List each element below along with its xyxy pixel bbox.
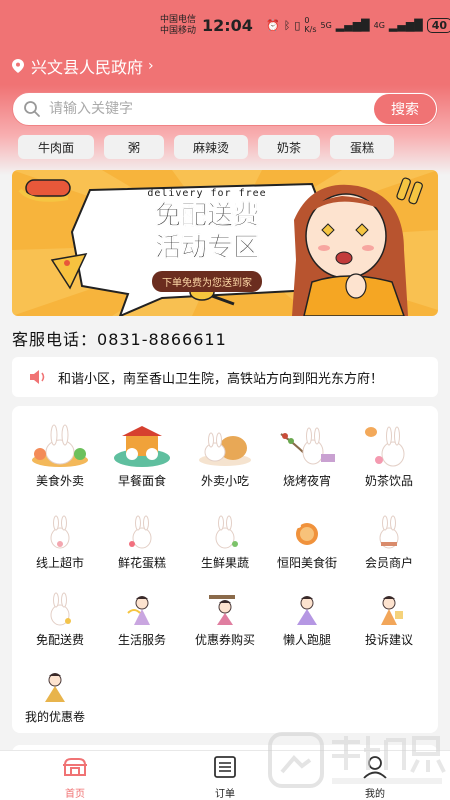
category-label: 免配送费 [35,633,84,647]
banner-strip: 下单免费为您送到家 [152,271,262,292]
phone-number: 0831-8866611 [97,330,227,349]
life-service-fairy-icon [127,596,150,625]
search-icon [24,101,40,117]
rabbit-food-icon [32,424,88,467]
signal-4g: 4G [373,20,385,30]
banner-subtitle: delivery for free [147,188,267,199]
notice-bar[interactable]: 和谐小区，南至香山卫生院，高铁站方向到阳光东方府！ [12,357,438,397]
signal-bars-icon: ▂▄▆█ [335,18,370,32]
category-label: 美食外卖 [35,474,84,488]
my-coupon-fairy-icon [45,673,65,702]
banner-title-2: 活动专区 [154,233,260,264]
chevron-right-icon: › [148,58,154,74]
category-label: 我的优惠卷 [24,710,85,724]
category-item[interactable]: 鲜花蛋糕 [99,514,185,571]
vibrate-icon: ▯ [294,18,301,32]
girl-character [292,177,423,316]
category-label: 恒阳美食街 [276,556,337,570]
category-label: 烧烤夜宵 [282,474,331,488]
category-item[interactable]: 美食外卖 [17,424,103,489]
snack-icon [199,432,251,466]
battery-icon: 40 [426,17,450,33]
category-item[interactable]: 早餐面食 [99,424,185,489]
nav-label: 首页 [65,789,85,800]
category-label: 奶茶饮品 [364,474,413,488]
free-delivery-rabbit-icon [50,592,71,626]
banner-text: delivery for free 免配送费 活动专区 下单免费为您送到家 [107,188,307,292]
home-icon [63,758,87,776]
food-street-icon [295,523,318,545]
category-label: 懒人跑腿 [282,633,331,647]
milk-tea-icon [365,426,405,467]
banner-title-1: 免配送费 [154,201,260,232]
supermarket-rabbit-icon [50,515,70,549]
category-item[interactable]: 我的优惠卷 [12,668,98,725]
category-item[interactable]: 烧烤夜宵 [264,424,350,489]
alarm-icon: ⏰ [266,18,280,32]
signal-5g: 5G [320,20,332,30]
bbq-icon [280,427,335,465]
system-icons: ⏰ ᛒ ▯ 0 K/s 5G ▂▄▆█ 4G ▂▄▆█ 40 [266,16,450,34]
coupon-buy-fairy-icon [209,595,235,625]
search-button[interactable]: 搜索 [374,94,436,124]
clock: 12:04 [202,16,253,35]
category-item[interactable]: 懒人跑腿 [264,591,350,648]
category-label: 鲜花蛋糕 [117,556,166,570]
nav-label: 订单 [215,789,235,800]
category-label: 会员商户 [364,556,413,570]
category-item[interactable]: 生鲜果蔬 [182,514,268,571]
search-bar: 搜索 [12,92,438,126]
category-grid: 美食外卖 早餐面食 外卖小吃 烧烤夜宵 奶茶饮品 线上超市 鲜花蛋糕 生鲜果蔬 … [12,406,438,733]
fresh-produce-rabbit-icon [215,515,238,549]
category-item[interactable]: 会员商户 [346,514,432,571]
flower-cake-rabbit-icon [129,515,152,549]
errand-fairy-icon [297,596,317,625]
status-bar: 中国电信 中国移动 12:04 ⏰ ᛒ ▯ 0 K/s 5G ▂▄▆█ 4G ▂… [0,0,450,50]
breakfast-bun-icon [114,426,170,467]
nav-orders[interactable]: 订单 [195,755,255,800]
category-label: 早餐面食 [117,474,166,488]
carrier-info: 中国电信 中国移动 [160,15,196,37]
notice-text: 和谐小区，南至香山卫生院，高铁站方向到阳光东方府！ [58,372,384,387]
category-item[interactable]: 投诉建议 [346,591,432,648]
watermark-logo [268,732,446,788]
location-selector[interactable]: 兴文县人民政府 › [12,54,154,78]
tag-item[interactable]: 粥 [104,135,164,159]
category-label: 投诉建议 [364,633,413,647]
search-input[interactable] [49,98,369,120]
category-item[interactable]: 线上超市 [17,514,103,571]
category-item[interactable]: 免配送费 [17,591,103,648]
order-list-icon [214,756,236,778]
category-label: 生鲜果蔬 [200,556,249,570]
carrier-2: 中国移动 [160,26,197,36]
tag-item[interactable]: 蛋糕 [330,135,394,159]
category-label: 外卖小吃 [200,474,249,488]
tag-item[interactable]: 奶茶 [258,135,320,159]
hot-search-tags: 牛肉面 粥 麻辣烫 奶茶 蛋糕 [18,135,394,159]
location-name: 兴文县人民政府 [31,58,144,77]
category-item[interactable]: 外卖小吃 [182,424,268,489]
customer-service-phone[interactable]: 客服电话：0831-8866611 [12,326,227,350]
phone-label: 客服电话： [12,330,98,349]
nav-home[interactable]: 首页 [45,755,105,800]
bluetooth-icon: ᛒ [283,18,291,32]
location-pin-icon [12,59,24,73]
category-item[interactable]: 奶茶饮品 [346,424,432,489]
category-item[interactable]: 优惠券购买 [182,591,268,648]
category-label: 生活服务 [117,633,166,647]
speaker-icon [30,370,45,384]
sausage-icon [18,179,71,202]
tag-item[interactable]: 麻辣烫 [174,135,248,159]
category-item[interactable]: 恒阳美食街 [264,514,350,571]
net-speed: 0 K/s [304,16,317,34]
tag-item[interactable]: 牛肉面 [18,135,94,159]
carrier-1: 中国电信 [160,15,197,25]
complaint-fairy-icon [381,596,403,625]
promo-banner[interactable]: delivery for free 免配送费 活动专区 下单免费为您送到家 [12,170,438,316]
signal-bars-icon-2: ▂▄▆█ [388,18,423,32]
member-merchant-rabbit-icon [379,515,399,549]
category-label: 优惠券购买 [194,633,255,647]
category-item[interactable]: 生活服务 [99,591,185,648]
category-label: 线上超市 [35,556,84,570]
